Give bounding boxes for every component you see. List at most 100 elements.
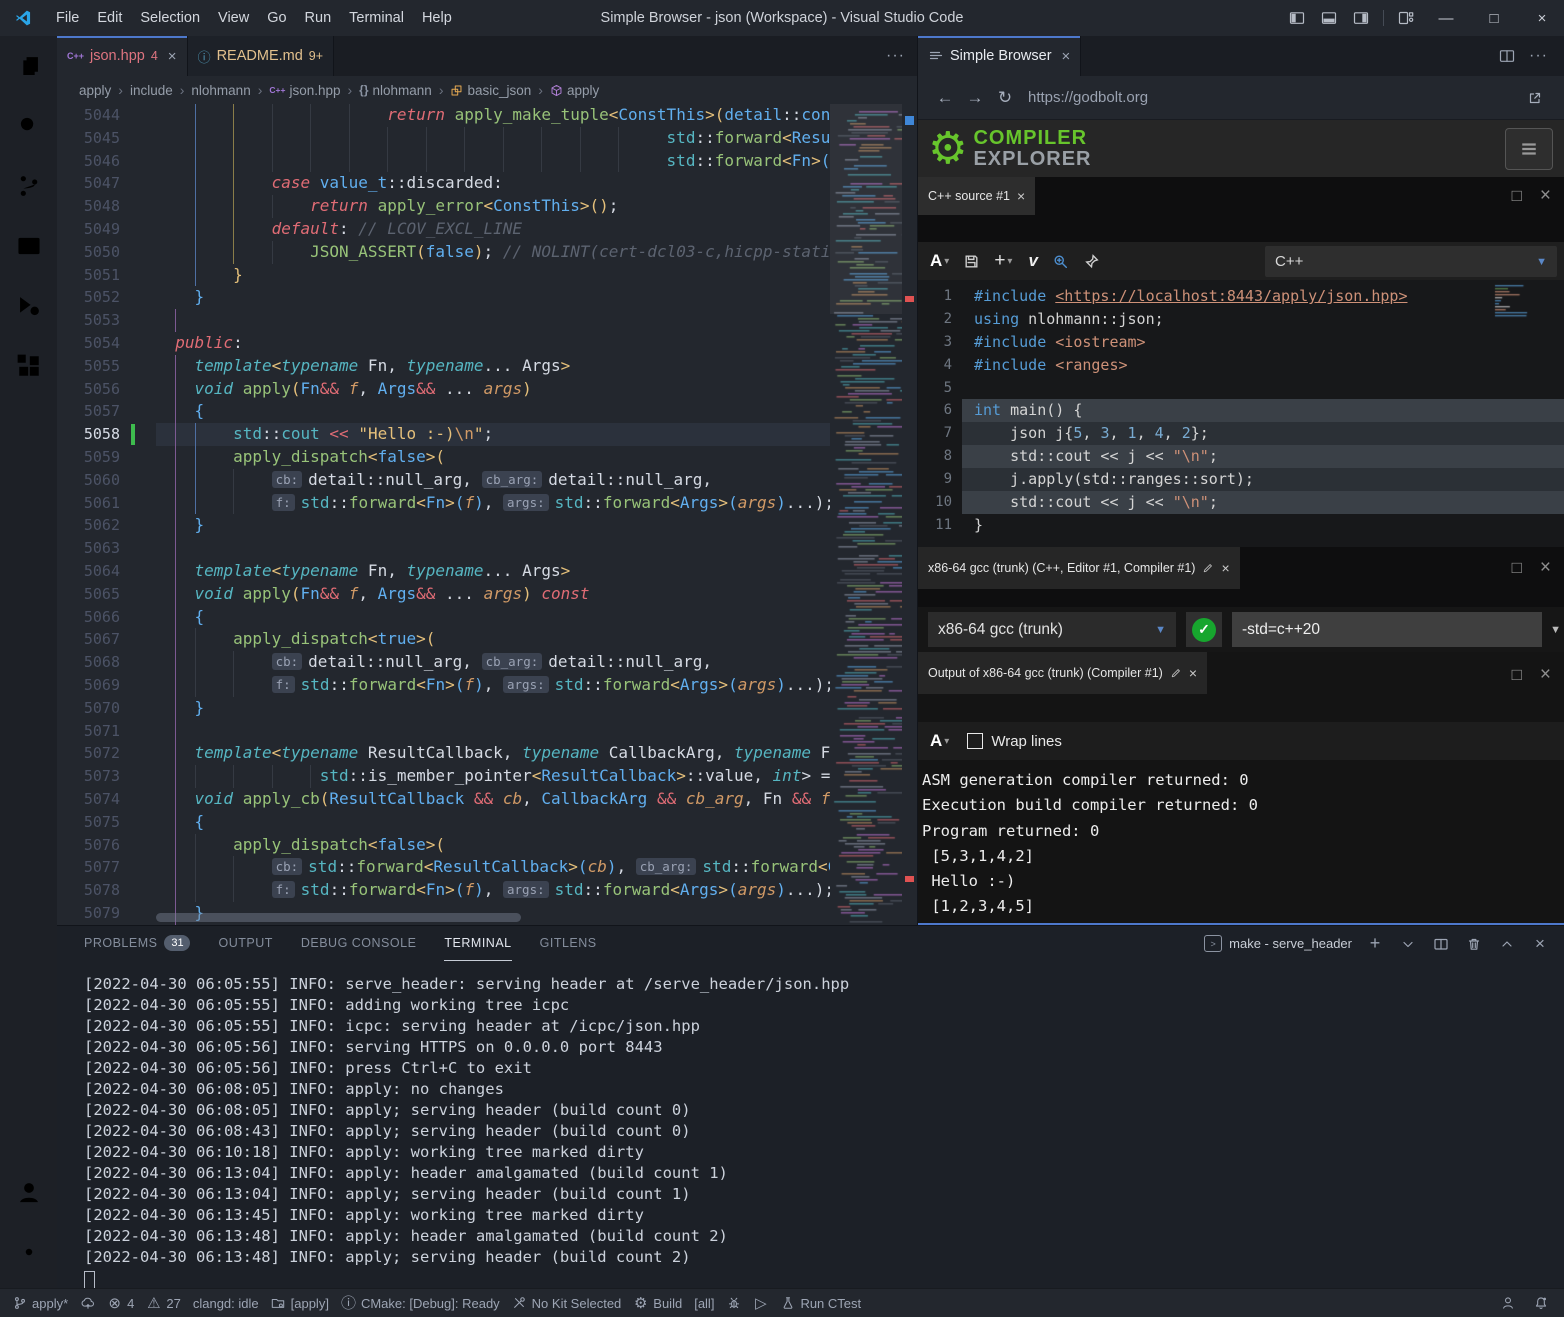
- panel-tab-problems[interactable]: PROBLEMS31: [84, 926, 190, 961]
- activitybar-run-and-debug-icon[interactable]: [0, 276, 57, 336]
- close-tab-icon[interactable]: ×: [1062, 48, 1071, 65]
- minimap-slider[interactable]: [830, 104, 902, 314]
- menu-go[interactable]: Go: [258, 10, 295, 26]
- language-select[interactable]: C++▼: [1265, 246, 1557, 277]
- ce-menu-button[interactable]: [1505, 128, 1553, 170]
- compiler-options-input[interactable]: -std=c++20: [1232, 612, 1542, 647]
- close-pane-icon[interactable]: ×: [1540, 185, 1551, 207]
- breadcrumb-item-include[interactable]: include: [130, 83, 173, 98]
- browser-reload-icon[interactable]: ↻: [990, 83, 1020, 113]
- browser-forward-icon[interactable]: →: [960, 83, 990, 113]
- activitybar-explorer-icon[interactable]: [0, 36, 57, 96]
- statusbar-notifications[interactable]: [1527, 1292, 1554, 1314]
- activitybar-accounts-icon[interactable]: [0, 1162, 57, 1222]
- toggle-sidebar-icon[interactable]: [1283, 4, 1311, 32]
- activitybar-settings-icon[interactable]: [0, 1222, 57, 1282]
- close-pane-icon[interactable]: ×: [1540, 664, 1551, 686]
- toggle-secondary-sidebar-icon[interactable]: [1347, 4, 1375, 32]
- activitybar-cmake-icon[interactable]: [0, 216, 57, 276]
- statusbar-cmake-project[interactable]: [apply]: [265, 1292, 335, 1314]
- godbolt-source-editor[interactable]: 1#include <https://localhost:8443/apply/…: [918, 280, 1564, 547]
- breadcrumb-item-apply[interactable]: apply: [79, 83, 111, 98]
- code-editor[interactable]: 5044 return apply_make_tuple<ConstThis>(…: [57, 104, 917, 925]
- menu-terminal[interactable]: Terminal: [340, 10, 413, 26]
- breadcrumb-item-basic_json[interactable]: basic_json: [450, 83, 531, 98]
- statusbar-git-branch[interactable]: apply*: [6, 1292, 74, 1314]
- menu-edit[interactable]: Edit: [88, 10, 131, 26]
- maximize-pane-icon[interactable]: □: [1512, 665, 1522, 685]
- panel-tab-output[interactable]: OUTPUT: [218, 926, 272, 961]
- close-icon[interactable]: ×: [1221, 560, 1229, 576]
- toggle-panel-icon[interactable]: [1315, 4, 1343, 32]
- horizontal-scrollbar[interactable]: [156, 913, 521, 922]
- zoom-icon[interactable]: [1052, 253, 1069, 270]
- panel-tab-gitlens[interactable]: GITLENS: [540, 926, 597, 961]
- url-input[interactable]: https://godbolt.org: [1028, 89, 1520, 106]
- close-panel-icon[interactable]: ×: [1530, 934, 1550, 954]
- edit-pane-title-icon[interactable]: [1202, 562, 1214, 574]
- breadcrumb[interactable]: apply›include›nlohmann›C++json.hpp›{}nlo…: [57, 76, 939, 104]
- menu-help[interactable]: Help: [413, 10, 461, 26]
- customize-layout-icon[interactable]: [1392, 4, 1420, 32]
- statusbar-cmake-debug[interactable]: [720, 1292, 747, 1314]
- tab-cpp-source[interactable]: C++ source #1 ×: [918, 177, 1035, 215]
- menu-view[interactable]: View: [209, 10, 258, 26]
- new-terminal-icon[interactable]: +: [1365, 934, 1385, 954]
- panel-tab-debug-console[interactable]: DEBUG CONSOLE: [301, 926, 417, 961]
- terminal-dropdown-icon[interactable]: [1398, 934, 1418, 954]
- breadcrumb-item-apply[interactable]: apply: [550, 83, 599, 98]
- add-pane-button[interactable]: +▾: [994, 250, 1012, 272]
- statusbar-cmake-build[interactable]: ⚙Build: [627, 1292, 688, 1314]
- statusbar-cmake-variant[interactable]: ⓘCMake: [Debug]: Ready: [335, 1292, 506, 1314]
- statusbar-feedback[interactable]: [1494, 1292, 1521, 1314]
- vim-toggle-icon[interactable]: v: [1028, 251, 1037, 271]
- split-editor-icon[interactable]: [1499, 48, 1515, 64]
- close-window-button[interactable]: ×: [1520, 0, 1564, 36]
- statusbar-publish[interactable]: [74, 1292, 101, 1314]
- output-font-button[interactable]: A▾: [930, 731, 949, 751]
- close-icon[interactable]: ×: [1017, 188, 1025, 204]
- more-actions-icon[interactable]: ···: [1529, 47, 1548, 65]
- save-icon[interactable]: [963, 253, 980, 270]
- menu-file[interactable]: File: [47, 10, 88, 26]
- editor-more-actions-icon[interactable]: ···: [886, 36, 917, 76]
- maximize-panel-icon[interactable]: [1497, 934, 1517, 954]
- activitybar-search-icon[interactable]: [0, 96, 57, 156]
- activitybar-source-control-icon[interactable]: [0, 156, 57, 216]
- maximize-button[interactable]: □: [1472, 0, 1516, 36]
- tab-output[interactable]: Output of x86-64 gcc (trunk) (Compiler #…: [918, 652, 1207, 694]
- maximize-pane-icon[interactable]: □: [1512, 186, 1522, 206]
- close-pane-icon[interactable]: ×: [1540, 557, 1551, 579]
- pin-icon[interactable]: [1083, 253, 1100, 270]
- tab-simple-browser[interactable]: Simple Browser ×: [918, 36, 1081, 76]
- tab-json.hpp[interactable]: C++json.hpp4×: [57, 36, 188, 76]
- minimap[interactable]: [830, 104, 917, 925]
- compiler-select[interactable]: x86-64 gcc (trunk)▼: [928, 612, 1176, 647]
- menu-selection[interactable]: Selection: [131, 10, 209, 26]
- tab-compiler[interactable]: x86-64 gcc (trunk) (C++, Editor #1, Comp…: [918, 547, 1240, 589]
- statusbar-run-ctest[interactable]: Run CTest: [774, 1292, 867, 1314]
- statusbar-cmake-launch[interactable]: ▷: [747, 1292, 774, 1314]
- statusbar-warnings[interactable]: ⚠27: [140, 1292, 186, 1314]
- open-external-icon[interactable]: [1520, 83, 1550, 113]
- wrap-lines-checkbox[interactable]: [967, 733, 983, 749]
- close-tab-icon[interactable]: ×: [168, 48, 177, 65]
- close-icon[interactable]: ×: [1189, 665, 1197, 681]
- terminal-output[interactable]: [2022-04-30 06:05:55] INFO: serve_header…: [84, 974, 849, 1290]
- edit-pane-title-icon[interactable]: [1170, 667, 1182, 679]
- browser-back-icon[interactable]: ←: [930, 83, 960, 113]
- statusbar-cmake-kit[interactable]: No Kit Selected: [506, 1292, 628, 1314]
- breadcrumb-item-nlohmann[interactable]: nlohmann: [191, 83, 250, 98]
- kill-terminal-icon[interactable]: [1464, 934, 1484, 954]
- statusbar-clangd-status[interactable]: clangd: idle: [187, 1292, 265, 1314]
- panel-tab-terminal[interactable]: TERMINAL: [444, 926, 511, 961]
- maximize-pane-icon[interactable]: □: [1512, 558, 1522, 578]
- menu-run[interactable]: Run: [296, 10, 341, 26]
- statusbar-build-target[interactable]: [all]: [688, 1292, 720, 1314]
- options-dropdown-icon[interactable]: ▼: [1550, 612, 1561, 647]
- font-size-button[interactable]: A▾: [930, 251, 949, 271]
- terminal-session-select[interactable]: > make - serve_header: [1204, 935, 1352, 952]
- split-terminal-icon[interactable]: [1431, 934, 1451, 954]
- breadcrumb-item-json.hpp[interactable]: C++json.hpp: [269, 83, 340, 98]
- breadcrumb-item-nlohmann[interactable]: {}nlohmann: [359, 83, 432, 98]
